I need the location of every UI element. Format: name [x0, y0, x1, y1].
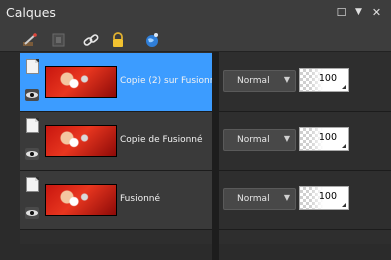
panel-title: Calques	[6, 5, 56, 20]
brush-icon[interactable]	[22, 32, 38, 48]
layer-props: Normal ▼ 100	[219, 171, 391, 230]
lock-icon[interactable]	[110, 32, 126, 48]
layer-thumbnail	[45, 184, 117, 216]
left-gutter	[0, 52, 20, 260]
opacity-field[interactable]: 100	[299, 68, 349, 92]
visibility-eye-icon[interactable]	[25, 148, 39, 160]
layers-toolbar	[0, 27, 391, 52]
dropdown-arrow-icon: ▼	[283, 75, 290, 84]
visibility-eye-icon[interactable]	[25, 89, 39, 101]
opacity-field[interactable]: 100	[299, 127, 349, 151]
opacity-value: 100	[318, 132, 337, 143]
layer-name[interactable]: Copie de Fusionné	[120, 135, 203, 145]
opacity-field[interactable]: 100	[299, 186, 349, 210]
blend-mode-value: Normal	[237, 194, 270, 204]
layer-row[interactable]: Copie de Fusionné	[20, 112, 212, 171]
layer-name[interactable]: Copie (2) sur Fusionné	[120, 76, 221, 86]
row-divider	[20, 229, 391, 230]
blend-mode-select[interactable]: Normal ▼	[223, 70, 296, 92]
layer-thumbnail	[45, 125, 117, 157]
layer-props: Normal ▼ 100	[219, 53, 391, 112]
panel-titlebar: Calques ☐ ▼ ✕	[0, 0, 391, 27]
dropdown-arrow-icon: ▼	[283, 193, 290, 202]
layer-mask-icon[interactable]	[51, 32, 67, 48]
layer-row[interactable]: Fusionné	[20, 171, 212, 230]
globe-icon[interactable]	[144, 32, 160, 48]
blend-mode-select[interactable]: Normal ▼	[223, 129, 296, 151]
blend-mode-select[interactable]: Normal ▼	[223, 188, 296, 210]
opacity-value: 100	[318, 73, 337, 84]
opacity-slider-handle-icon[interactable]	[342, 203, 346, 207]
close-icon[interactable]: ✕	[370, 6, 383, 19]
layer-type-icon	[26, 118, 39, 133]
dropdown-arrow-icon: ▼	[283, 134, 290, 143]
column-splitter[interactable]	[212, 52, 219, 260]
blend-mode-value: Normal	[237, 135, 270, 145]
opacity-slider-handle-icon[interactable]	[342, 85, 346, 89]
opacity-slider-handle-icon[interactable]	[342, 144, 346, 148]
layer-name[interactable]: Fusionné	[120, 194, 160, 204]
layer-type-icon	[26, 59, 39, 74]
blend-mode-value: Normal	[237, 76, 270, 86]
layer-props: Normal ▼ 100	[219, 112, 391, 171]
layer-thumbnail	[45, 66, 117, 98]
layer-type-icon	[26, 177, 39, 192]
dropdown-icon[interactable]: ▼	[352, 6, 365, 19]
visibility-eye-icon[interactable]	[25, 207, 39, 219]
link-icon[interactable]	[83, 32, 99, 48]
layer-row[interactable]: Copie (2) sur Fusionné	[20, 53, 221, 112]
maximize-icon[interactable]: ☐	[335, 6, 348, 19]
opacity-value: 100	[318, 191, 337, 202]
